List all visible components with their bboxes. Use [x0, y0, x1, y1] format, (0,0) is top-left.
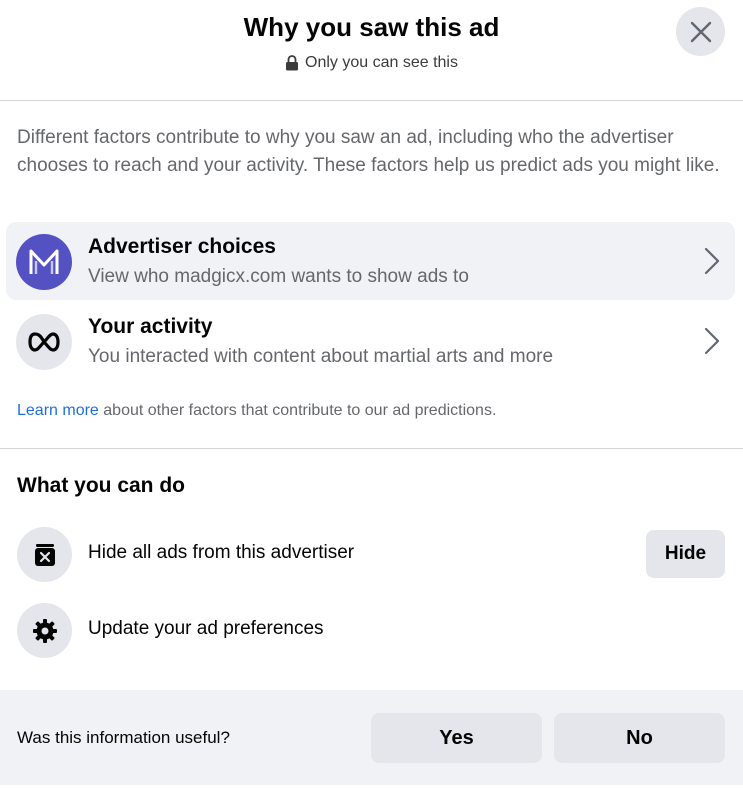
madgicx-logo-icon	[16, 234, 72, 290]
ad-preferences-row[interactable]: Update your ad preferences	[17, 603, 727, 659]
close-icon	[690, 21, 712, 43]
chevron-right-icon	[703, 326, 721, 356]
header-divider	[0, 100, 743, 101]
meta-logo-icon	[16, 314, 72, 370]
hide-ads-icon	[17, 527, 72, 582]
hide-button[interactable]: Hide	[646, 530, 725, 578]
dialog-title: Why you saw this ad	[243, 12, 500, 42]
advertiser-choices-title: Advertiser choices	[88, 235, 276, 258]
intro-text: Different factors contribute to why you …	[17, 127, 720, 176]
section-divider	[0, 448, 743, 449]
advertiser-choices-row[interactable]: Advertiser choices View who madgicx.com …	[6, 222, 735, 300]
feedback-question: Was this information useful?	[17, 728, 230, 747]
learn-more-text: Learn more about other factors that cont…	[17, 402, 496, 420]
your-activity-subtitle: You interacted with content about martia…	[88, 346, 554, 367]
yes-button[interactable]: Yes	[371, 713, 542, 763]
privacy-note: Only you can see this	[0, 54, 743, 72]
your-activity-title: Your activity	[88, 315, 213, 338]
ad-preferences-label: Update your ad preferences	[88, 618, 324, 639]
learn-more-link[interactable]: Learn more	[17, 402, 99, 419]
close-button[interactable]	[676, 7, 725, 56]
learn-more-rest: about other factors that contribute to o…	[98, 402, 497, 419]
feedback-bar: Was this information useful? Yes No	[0, 690, 743, 785]
no-button[interactable]: No	[554, 713, 725, 763]
lock-icon	[285, 55, 299, 71]
chevron-right-icon	[703, 246, 721, 276]
hide-ads-row: Hide all ads from this advertiser	[17, 527, 727, 583]
section-title: What you can do	[17, 474, 185, 497]
hide-ads-label: Hide all ads from this advertiser	[88, 542, 355, 563]
gear-icon	[17, 603, 72, 658]
dialog-header: Why you saw this ad Only you can see thi…	[0, 0, 743, 100]
privacy-note-text: Only you can see this	[305, 54, 458, 71]
advertiser-choices-subtitle: View who madgicx.com wants to show ads t…	[88, 266, 469, 287]
your-activity-row[interactable]: Your activity You interacted with conten…	[6, 302, 735, 380]
